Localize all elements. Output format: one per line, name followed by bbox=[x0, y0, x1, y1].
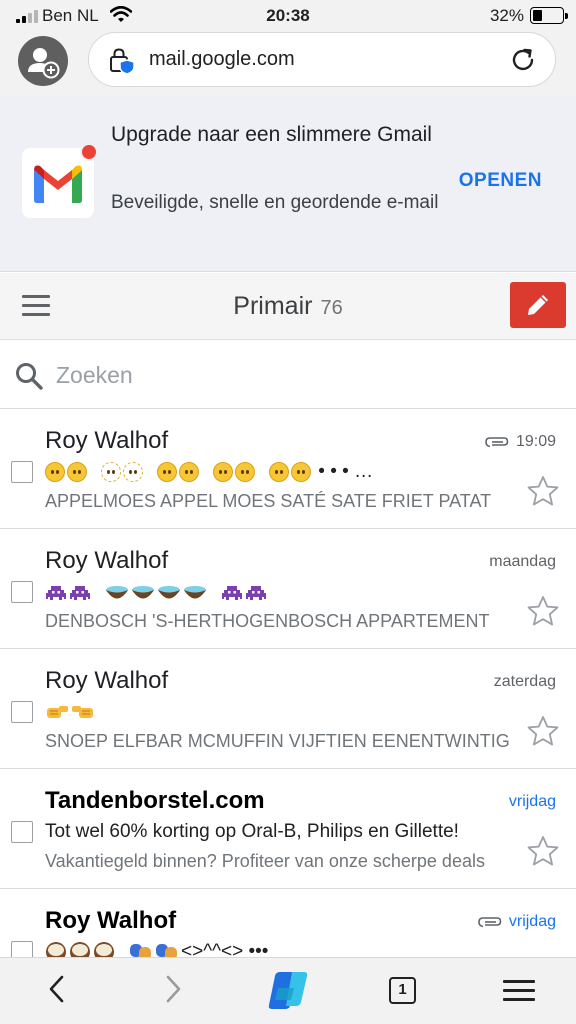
email-subject: Tot wel 60% korting op Oral-B, Philips e… bbox=[45, 821, 459, 842]
search-bar bbox=[0, 341, 576, 409]
confused-face-emoji bbox=[235, 461, 255, 482]
email-row[interactable]: Roy Walhof vrijdag <>^^<> ••• bbox=[0, 889, 576, 957]
email-subject bbox=[45, 699, 505, 725]
search-input[interactable] bbox=[56, 358, 536, 392]
gmail-app-promo-banner: Upgrade naar een slimmere Gmail Beveilig… bbox=[0, 96, 576, 272]
email-row[interactable]: Roy Walhof maandag DENBOSCH 'S-HERTHOGEN… bbox=[0, 529, 576, 649]
space-invader-emoji bbox=[246, 585, 266, 600]
lock-shield-icon[interactable] bbox=[109, 47, 135, 75]
status-bar: Ben NL 20:38 32% bbox=[0, 0, 576, 32]
promo-subtitle: Beveiligde, snelle en geordende e-mail bbox=[111, 192, 439, 213]
open-app-button[interactable]: OPENEN bbox=[459, 170, 542, 192]
select-checkbox[interactable] bbox=[11, 701, 33, 723]
promo-title: Upgrade naar een slimmere Gmail bbox=[111, 123, 432, 146]
no-mouth-face-emoji bbox=[67, 461, 87, 482]
star-icon[interactable] bbox=[526, 715, 560, 747]
email-date: maandag bbox=[489, 553, 556, 570]
email-row[interactable]: Roy Walhof zaterdag SNOEP ELFBAR MCMUFFI… bbox=[0, 649, 576, 769]
performing-arts-emoji bbox=[156, 943, 177, 957]
menu-icon[interactable] bbox=[503, 980, 535, 1002]
select-checkbox[interactable] bbox=[11, 461, 33, 483]
email-time: 19:09 bbox=[515, 433, 556, 450]
back-icon[interactable] bbox=[44, 972, 70, 1006]
email-list: Roy Walhof 19:09 • • • … APPELMOES APPEL… bbox=[0, 409, 576, 957]
performing-arts-emoji bbox=[130, 943, 151, 957]
confused-face-emoji bbox=[213, 461, 233, 482]
expressionless-face-emoji bbox=[291, 461, 311, 482]
bowl-emoji bbox=[132, 585, 154, 599]
expressionless-face-emoji bbox=[269, 461, 289, 482]
space-invader-emoji bbox=[70, 585, 90, 600]
space-invader-emoji bbox=[222, 585, 242, 600]
battery-icon bbox=[530, 7, 568, 24]
email-subject bbox=[45, 579, 505, 605]
email-snippet: DENBOSCH 'S-HERTHOGENBOSCH APPARTEMENT bbox=[45, 611, 490, 631]
reload-icon[interactable] bbox=[509, 46, 537, 74]
battery-level-fill bbox=[533, 10, 542, 21]
coconut-emoji bbox=[94, 941, 114, 957]
space-invader-emoji bbox=[46, 585, 66, 600]
url-field[interactable]: mail.google.com bbox=[88, 32, 556, 87]
neutral-face-emoji bbox=[157, 461, 177, 482]
no-mouth-face-emoji bbox=[45, 461, 65, 482]
browser-toolbar: 1 bbox=[0, 957, 576, 1024]
email-sender: Tandenborstel.com bbox=[45, 787, 265, 814]
mailbox-header: Primair 76 bbox=[0, 273, 576, 340]
email-subject-text: <>^^<> ••• bbox=[181, 941, 269, 957]
attachment-icon bbox=[478, 917, 502, 928]
dotted-line-face-emoji bbox=[101, 461, 121, 482]
left-facing-fist-emoji bbox=[72, 705, 93, 718]
email-date: 19:09 bbox=[484, 433, 556, 451]
attachment-icon bbox=[485, 437, 509, 448]
select-checkbox[interactable] bbox=[11, 581, 33, 603]
select-checkbox[interactable] bbox=[11, 821, 33, 843]
bowl-emoji bbox=[158, 585, 180, 599]
email-date: zaterdag bbox=[493, 673, 556, 690]
right-facing-fist-emoji bbox=[47, 705, 68, 718]
star-icon[interactable] bbox=[526, 595, 560, 627]
unread-count: 76 bbox=[320, 297, 343, 319]
bowl-emoji bbox=[106, 585, 128, 599]
neutral-face-emoji bbox=[179, 461, 199, 482]
battery-percent: 32% bbox=[489, 6, 524, 25]
compose-pencil-icon bbox=[528, 295, 548, 315]
email-subject: <>^^<> ••• bbox=[45, 939, 505, 957]
email-subject-text: • • • … bbox=[313, 461, 374, 482]
profile-add-icon[interactable] bbox=[18, 36, 68, 86]
email-snippet: APPELMOES APPEL MOES SATÉ SATE FRIET PAT… bbox=[45, 491, 492, 511]
email-row[interactable]: Tandenborstel.com vrijdag Tot wel 60% ko… bbox=[0, 769, 576, 889]
email-sender: Roy Walhof bbox=[45, 907, 177, 934]
email-date: vrijdag bbox=[508, 793, 556, 810]
tabs-icon[interactable]: 1 bbox=[389, 977, 416, 1004]
email-sender: Roy Walhof bbox=[45, 667, 169, 694]
forward-icon[interactable] bbox=[160, 972, 186, 1006]
email-row[interactable]: Roy Walhof 19:09 • • • … APPELMOES APPEL… bbox=[0, 409, 576, 529]
email-sender: Roy Walhof bbox=[45, 427, 169, 454]
coconut-emoji bbox=[70, 941, 90, 957]
email-sender: Roy Walhof bbox=[45, 547, 169, 574]
browser-address-bar: mail.google.com bbox=[0, 32, 576, 96]
email-date: vrijdag bbox=[477, 913, 556, 931]
bowl-emoji bbox=[184, 585, 206, 599]
email-subject: • • • … bbox=[45, 459, 505, 485]
mailbox-title: Primair 76 bbox=[0, 292, 576, 321]
compose-button[interactable] bbox=[510, 282, 566, 328]
coconut-emoji bbox=[46, 941, 66, 957]
mailbox-name: Primair bbox=[233, 292, 313, 320]
email-snippet: SNOEP ELFBAR MCMUFFIN VIJFTIEN EENENTWIN… bbox=[45, 731, 510, 751]
select-checkbox[interactable] bbox=[11, 941, 33, 957]
copilot-icon[interactable] bbox=[264, 968, 312, 1012]
email-time: vrijdag bbox=[508, 913, 556, 930]
url-text: mail.google.com bbox=[149, 48, 295, 70]
dotted-line-face-emoji bbox=[123, 461, 143, 482]
star-icon[interactable] bbox=[526, 475, 560, 507]
email-snippet: Vakantiegeld binnen? Profiteer van onze … bbox=[45, 851, 485, 871]
notification-dot bbox=[80, 143, 98, 161]
star-icon[interactable] bbox=[526, 835, 560, 867]
search-icon bbox=[16, 363, 43, 390]
